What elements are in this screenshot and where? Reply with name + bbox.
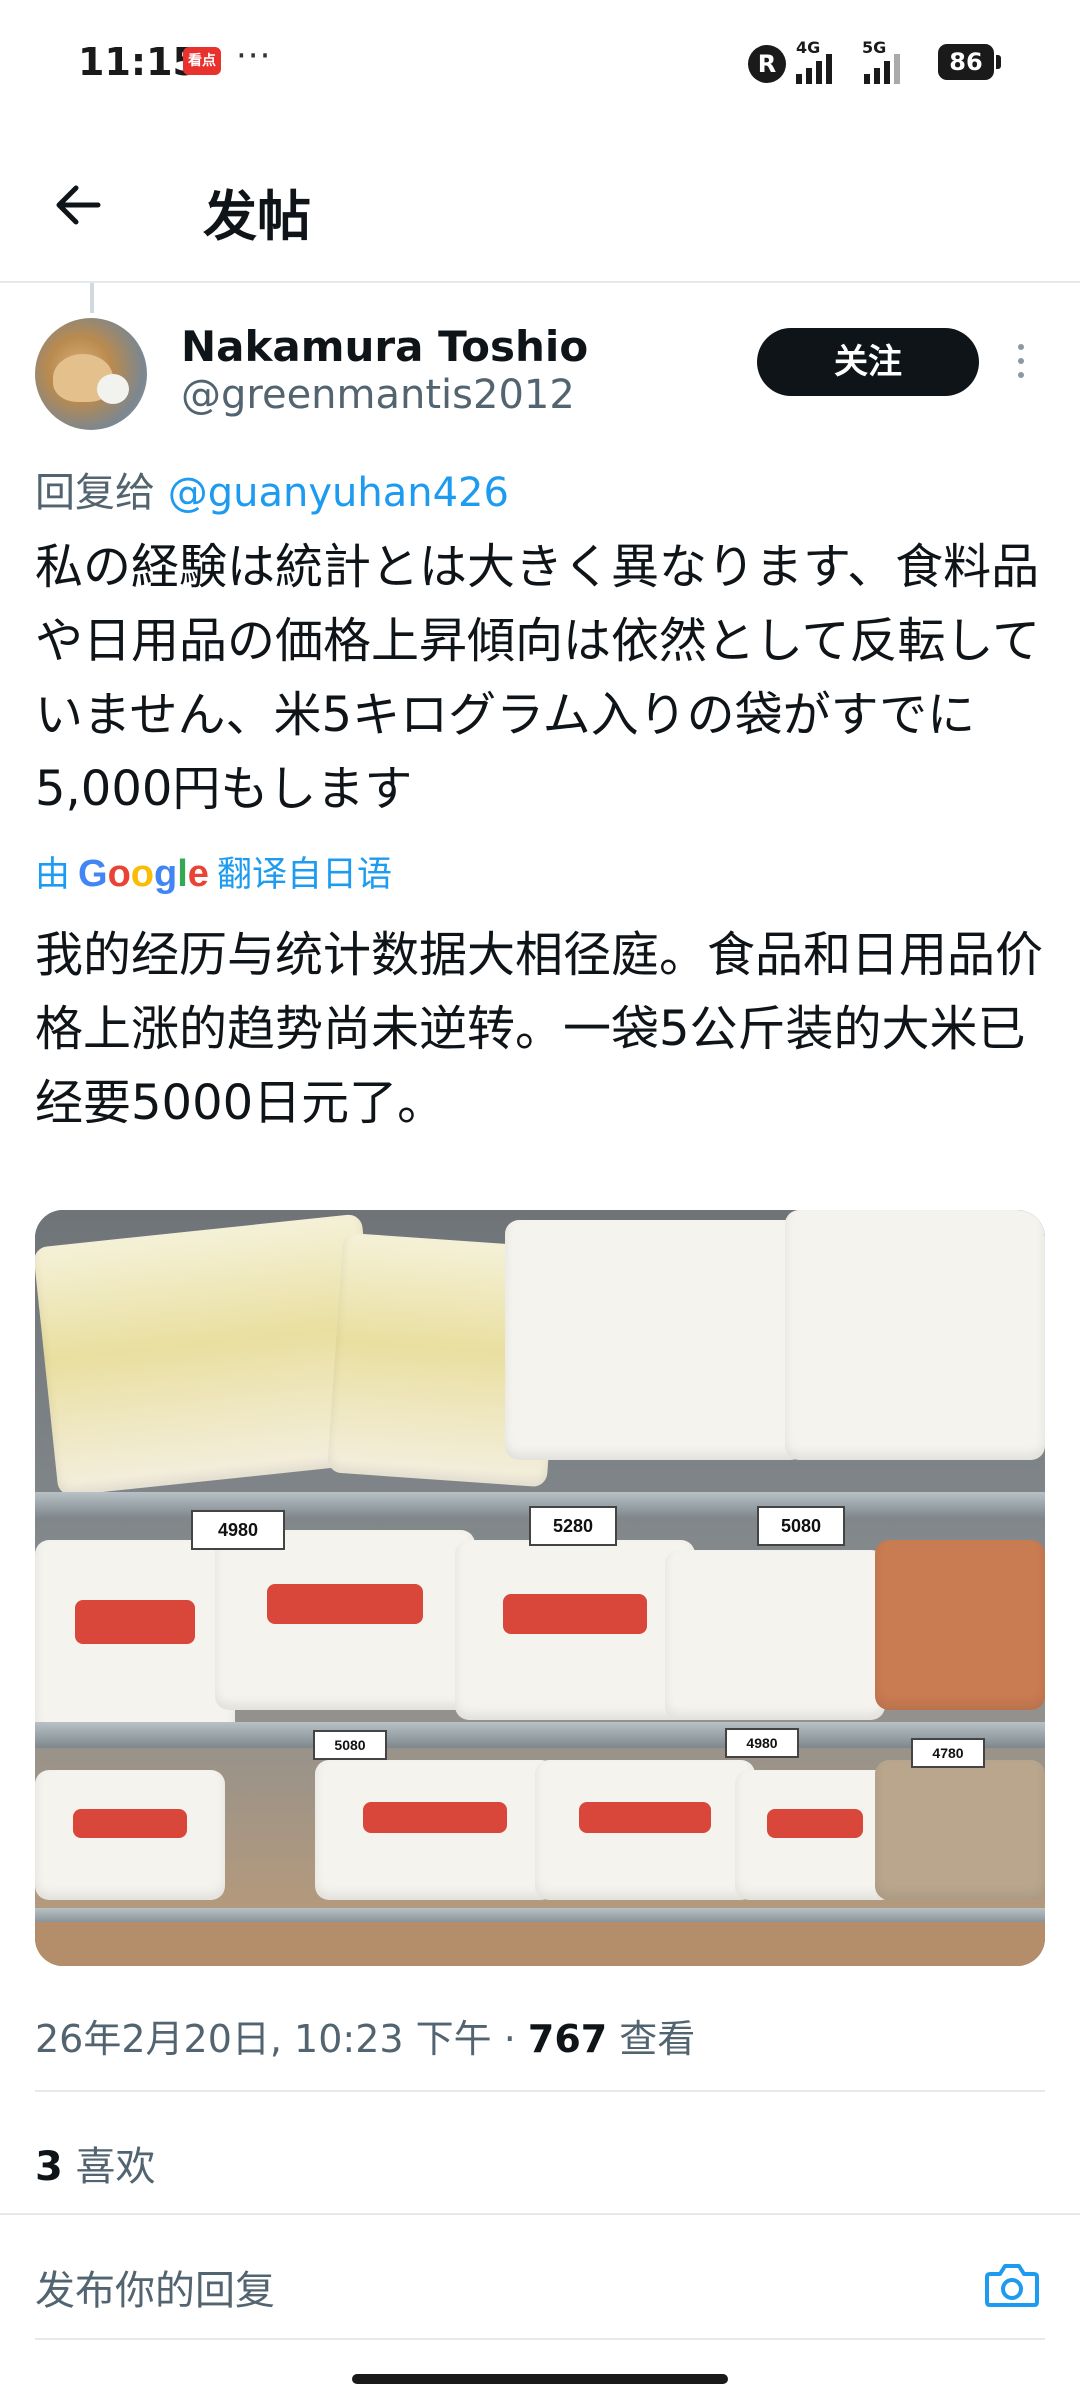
rice-bag — [35, 1770, 225, 1900]
thread-connector-line — [90, 283, 94, 313]
avatar[interactable] — [35, 318, 147, 430]
home-indicator[interactable] — [352, 2374, 728, 2384]
battery-indicator: 86 — [938, 44, 994, 80]
post-translated-text: 我的经历与统计数据大相径庭。食品和日用品价格上涨的趋势尚未逆转。一袋5公斤装的大… — [35, 927, 1044, 1131]
rice-bag — [505, 1220, 805, 1460]
post-meta: 26年2月20日, 10:23 下午 · 767 查看 — [35, 2008, 695, 2063]
rice-bag — [875, 1540, 1045, 1710]
rice-bag — [735, 1770, 895, 1900]
app-notification-icon: 看点 — [183, 47, 221, 75]
translation-suffix: 翻译自日语 — [216, 855, 392, 895]
post-original-text: 私の経験は統計とは大きく異なります、食料品や日用品の価格上昇傾向は依然として反転… — [35, 539, 1041, 817]
more-notifications-icon: ··· — [236, 36, 272, 76]
shelf — [35, 1722, 1045, 1748]
header-divider — [0, 281, 1080, 283]
author-handle[interactable]: @greenmantis2012 — [181, 372, 575, 418]
reply-input[interactable]: 发布你的回复 — [35, 2258, 935, 2316]
rice-bag — [315, 1760, 555, 1900]
rice-bag — [875, 1760, 1045, 1900]
likes-label: 喜欢 — [62, 2144, 156, 2190]
price-tag: 4980 — [191, 1510, 285, 1550]
back-arrow-icon[interactable] — [52, 180, 102, 230]
post-photo[interactable]: 4980 5280 5080 5080 4980 4780 — [35, 1210, 1045, 1966]
translation-attribution[interactable]: 由 Google 翻译自日语 — [35, 846, 392, 897]
signal-4g-icon: 4G — [796, 38, 832, 84]
price-tag: 5080 — [757, 1506, 845, 1546]
rice-bag — [215, 1530, 475, 1710]
more-options-icon[interactable] — [1014, 344, 1028, 384]
follow-button[interactable]: 关注 — [757, 328, 979, 396]
camera-icon[interactable] — [984, 2260, 1040, 2308]
translation-prefix: 由 — [35, 855, 71, 895]
divider — [0, 2213, 1080, 2215]
status-time: 11:15 — [78, 40, 199, 84]
floor — [35, 1922, 1045, 1966]
price-tag: 4780 — [911, 1738, 985, 1768]
reply-to-line: 回复给 @guanyuhan426 — [35, 460, 509, 518]
rice-bag — [35, 1540, 235, 1740]
page-title: 发帖 — [203, 185, 311, 248]
avatar-cat-shape — [97, 374, 129, 404]
rice-bag — [535, 1760, 755, 1900]
roaming-icon: R — [748, 45, 786, 83]
signal-5g-icon: 5G — [862, 38, 900, 84]
divider — [35, 2338, 1045, 2340]
views-count: 767 — [527, 2017, 608, 2061]
price-tag: 5080 — [313, 1730, 387, 1760]
likes-count: 3 — [35, 2144, 63, 2190]
views-label: 查看 — [607, 2017, 696, 2061]
post-timestamp: 26年2月20日, 10:23 下午 · — [35, 2017, 528, 2061]
price-tag: 4980 — [725, 1728, 799, 1758]
reply-to-mention[interactable]: @guanyuhan426 — [168, 470, 509, 516]
likes-stat[interactable]: 3 喜欢 — [35, 2134, 156, 2192]
author-display-name[interactable]: Nakamura Toshio — [181, 322, 588, 371]
rice-bag — [665, 1550, 885, 1720]
battery-tip — [996, 55, 1001, 69]
divider — [35, 2090, 1045, 2092]
rice-bag — [455, 1540, 695, 1720]
rice-bag — [785, 1210, 1045, 1460]
price-tag: 5280 — [529, 1506, 617, 1546]
google-logo: Google — [78, 853, 209, 895]
reply-to-prefix: 回复给 — [35, 470, 155, 516]
